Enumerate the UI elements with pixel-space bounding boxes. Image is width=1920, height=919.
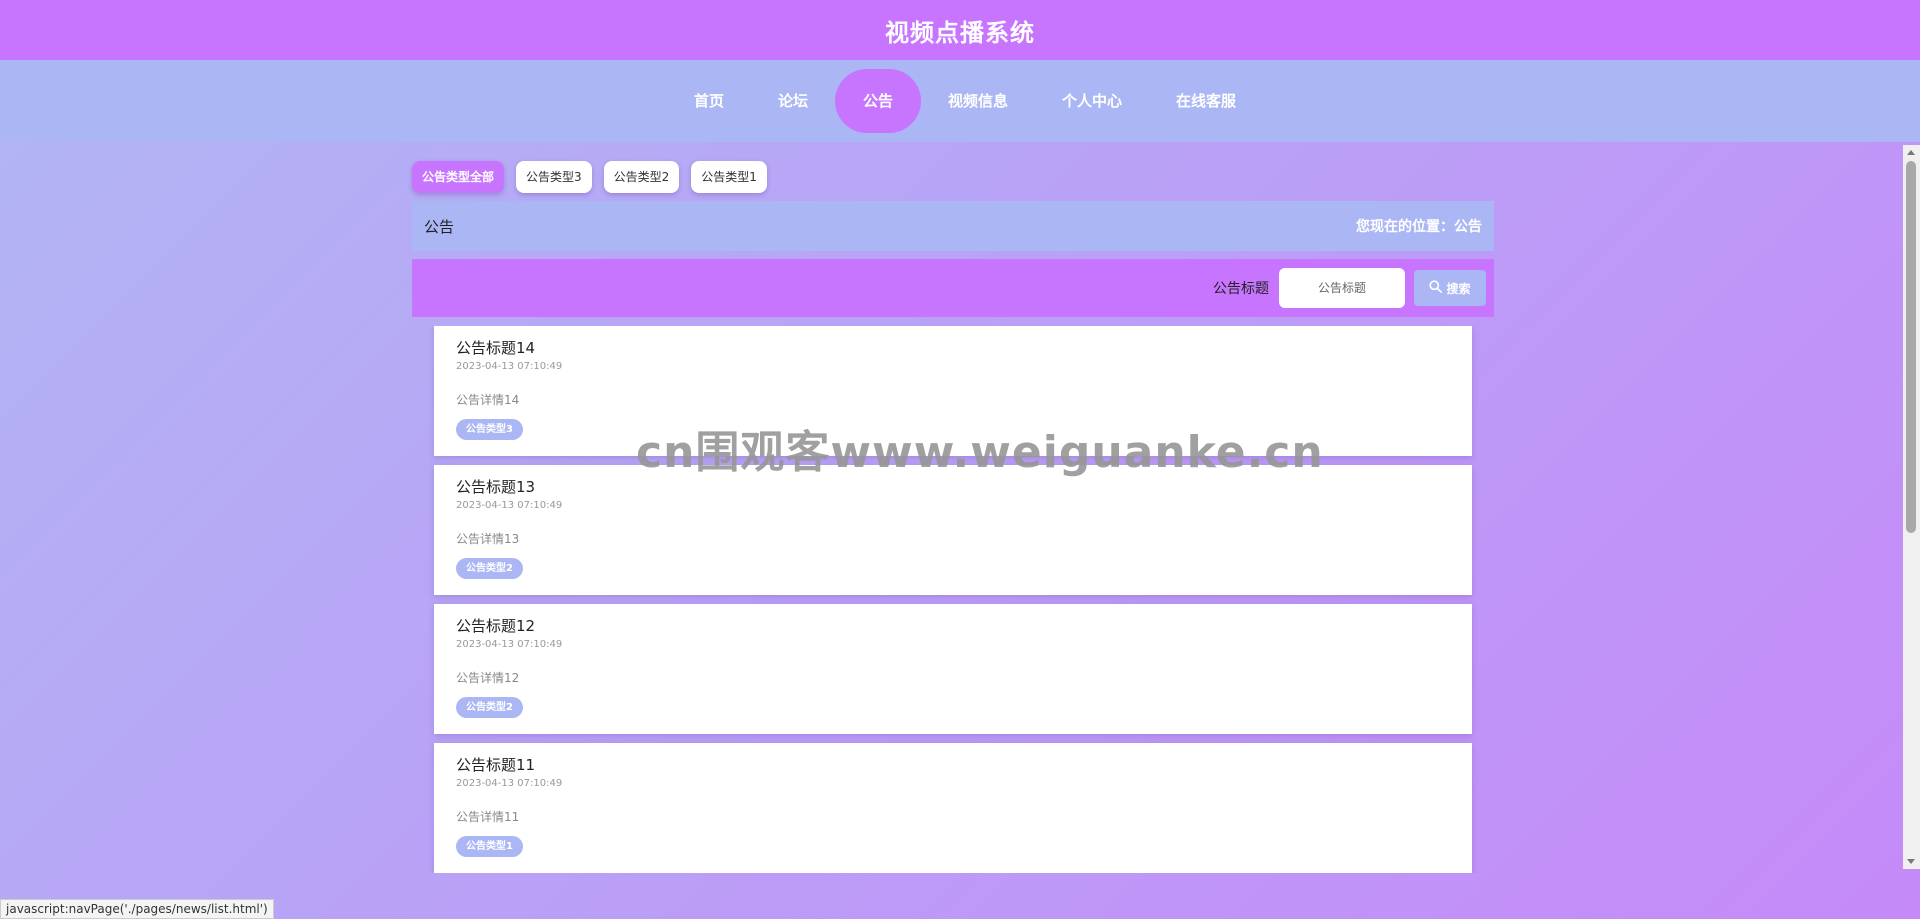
main-nav: 首页 论坛 公告 视频信息 个人中心 在线客服 [0,60,1920,142]
search-icon [1429,280,1443,296]
search-button[interactable]: 搜索 [1414,270,1486,306]
type-filter-all[interactable]: 公告类型全部 [412,161,505,193]
news-desc: 公告详情13 [456,532,520,546]
news-desc: 公告详情14 [456,393,520,407]
news-time: 2023-04-13 07:10:49 [456,361,563,372]
scroll-up-arrow-icon[interactable] [1907,150,1915,155]
news-title[interactable]: 公告标题12 [456,616,1450,636]
type-filter-2[interactable]: 公告类型2 [603,161,680,193]
nav-item-video-info[interactable]: 视频信息 [921,69,1035,133]
news-type-tag: 公告类型1 [456,836,523,857]
news-desc: 公告详情12 [456,671,520,685]
news-time: 2023-04-13 07:10:49 [456,639,563,650]
site-title: 视频点播系统 [885,18,1035,47]
type-filter-1[interactable]: 公告类型1 [691,161,767,193]
nav-item-announcement[interactable]: 公告 [834,69,921,133]
breadcrumb: 公告 您现在的位置：公告 [412,201,1494,251]
search-label: 公告标题 [1213,281,1269,297]
type-filter-3[interactable]: 公告类型3 [516,161,592,193]
type-filter-group: 公告类型全部 公告类型3 公告类型2 公告类型1 [412,160,1494,194]
news-card[interactable]: 公告标题12 2023-04-13 07:10:49 公告详情12 公告类型2 [434,604,1472,734]
nav-item-online-service[interactable]: 在线客服 [1149,69,1263,133]
nav-item-home[interactable]: 首页 [667,69,751,133]
news-type-tag: 公告类型3 [456,419,523,440]
breadcrumb-location: 您现在的位置：公告 [1356,219,1482,235]
scroll-thumb[interactable] [1906,161,1916,533]
search-bar: 公告标题 搜索 [412,259,1494,317]
news-time: 2023-04-13 07:10:49 [456,500,563,511]
news-desc: 公告详情11 [456,810,520,824]
search-button-label: 搜索 [1446,281,1471,296]
status-bar-url: javascript:navPage('./pages/news/list.ht… [0,899,274,919]
nav-list: 首页 论坛 公告 视频信息 个人中心 在线客服 [667,69,1263,133]
nav-item-personal-center[interactable]: 个人中心 [1035,69,1149,133]
page-title: 公告 [424,217,455,236]
news-type-tag: 公告类型2 [456,697,523,718]
news-time: 2023-04-13 07:10:49 [456,778,563,789]
news-title[interactable]: 公告标题13 [456,477,1450,497]
news-card[interactable]: 公告标题14 2023-04-13 07:10:49 公告详情14 公告类型3 [434,326,1472,456]
news-type-tag: 公告类型2 [456,558,523,579]
main-content: 公告类型全部 公告类型3 公告类型2 公告类型1 公告 您现在的位置：公告 公告… [412,160,1494,873]
news-list: 公告标题14 2023-04-13 07:10:49 公告详情14 公告类型3 … [412,326,1494,873]
search-input[interactable] [1279,268,1405,308]
nav-item-forum[interactable]: 论坛 [751,69,835,133]
news-title[interactable]: 公告标题11 [456,755,1450,775]
news-card[interactable]: 公告标题11 2023-04-13 07:10:49 公告详情11 公告类型1 [434,743,1472,873]
news-title[interactable]: 公告标题14 [456,338,1450,358]
page-scrollbar[interactable] [1903,145,1920,869]
top-header: 视频点播系统 [0,0,1920,60]
news-card[interactable]: 公告标题13 2023-04-13 07:10:49 公告详情13 公告类型2 [434,465,1472,595]
scroll-down-arrow-icon[interactable] [1907,859,1915,864]
